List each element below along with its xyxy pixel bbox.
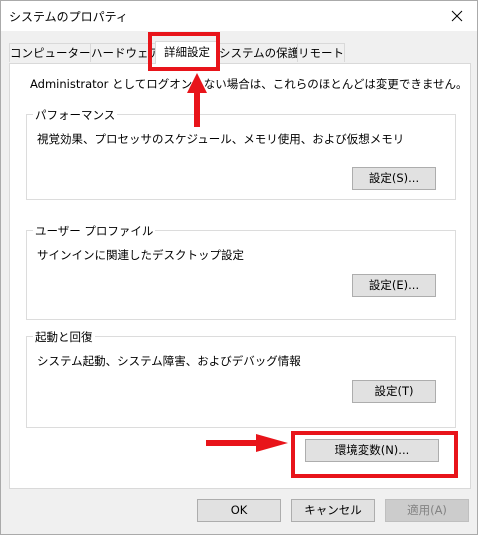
tab-system-protection[interactable]: システムの保護 <box>218 43 298 62</box>
title-bar: システムのプロパティ <box>1 1 477 31</box>
tab-advanced[interactable]: 詳細設定 <box>155 41 219 64</box>
tab-hardware[interactable]: ハードウェア <box>90 43 156 62</box>
performance-group: パフォーマンス 視覚効果、プロセッサのスケジュール、メモリ使用、および仮想メモリ… <box>26 107 456 200</box>
startup-recovery-group: 起動と回復 システム起動、システム障害、およびデバッグ情報 設定(T) <box>26 329 456 428</box>
startup-legend: 起動と回復 <box>33 329 95 345</box>
tab-strip: コンピューター名 ハードウェア 詳細設定 システムの保護 リモート <box>9 41 471 64</box>
cancel-button[interactable]: キャンセル <box>291 499 375 522</box>
user-profile-description: サインインに関連したデスクトップ設定 <box>37 248 244 262</box>
ok-button[interactable]: OK <box>197 499 281 522</box>
startup-description: システム起動、システム障害、およびデバッグ情報 <box>37 354 301 368</box>
window-title: システムのプロパティ <box>9 10 128 24</box>
user-profile-group: ユーザー プロファイル サインインに関連したデスクトップ設定 設定(E)... <box>26 223 456 320</box>
environment-variables-button[interactable]: 環境変数(N)... <box>305 439 439 462</box>
startup-settings-button[interactable]: 設定(T) <box>352 380 436 403</box>
performance-settings-button[interactable]: 設定(S)... <box>352 167 436 190</box>
tab-remote[interactable]: リモート <box>297 43 345 62</box>
system-properties-window: システムのプロパティ コンピューター名 ハードウェア 詳細設定 システムの保護 … <box>0 0 478 535</box>
admin-note: Administrator としてログオンしない場合は、これらのほとんどは変更で… <box>30 77 468 91</box>
apply-button: 適用(A) <box>385 499 469 522</box>
performance-description: 視覚効果、プロセッサのスケジュール、メモリ使用、および仮想メモリ <box>37 132 405 146</box>
close-button[interactable] <box>437 1 477 31</box>
close-icon <box>451 10 463 22</box>
advanced-tab-panel: Administrator としてログオンしない場合は、これらのほとんどは変更で… <box>9 63 471 489</box>
user-profile-legend: ユーザー プロファイル <box>33 223 156 239</box>
performance-legend: パフォーマンス <box>33 107 118 123</box>
tab-computer-name[interactable]: コンピューター名 <box>9 43 91 62</box>
user-profile-settings-button[interactable]: 設定(E)... <box>352 274 436 297</box>
